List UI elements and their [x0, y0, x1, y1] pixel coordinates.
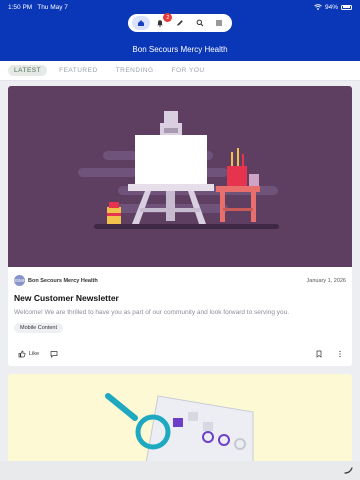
tab-latest[interactable]: LATEST: [8, 65, 48, 76]
battery-icon: [341, 4, 352, 10]
home-indicator-bar: [0, 461, 360, 480]
post-card[interactable]: BSMH Bon Secours Mercy Health January 1,…: [8, 86, 352, 366]
tab-for-you[interactable]: FOR YOU: [166, 65, 211, 76]
post-source-row: BSMH Bon Secours Mercy Health January 1,…: [13, 275, 346, 286]
post-actions-right: [315, 350, 342, 358]
post-body: BSMH Bon Secours Mercy Health January 1,…: [13, 275, 346, 334]
tab-featured[interactable]: FEATURED: [53, 65, 104, 76]
status-right: 94%: [314, 4, 352, 11]
post-description: Welcome! We are thrilled to have you as …: [14, 309, 290, 316]
post-date: January 1, 2026: [306, 277, 346, 284]
post-source[interactable]: Bon Secours Mercy Health: [28, 278, 98, 284]
nav-menu-button[interactable]: [210, 16, 228, 30]
nav-bar: 2: [128, 13, 232, 32]
post-tag[interactable]: Mobile Content: [14, 323, 63, 333]
nav-notifications-button[interactable]: 2: [151, 13, 173, 30]
menu-icon: [216, 20, 223, 26]
home-icon: [137, 20, 144, 26]
search-icon: [196, 19, 203, 27]
nav-create-button[interactable]: [171, 16, 189, 30]
nav-home-button[interactable]: [131, 16, 150, 30]
easel-illustration: [78, 111, 279, 229]
wifi-icon: [314, 4, 322, 10]
avatar[interactable]: BSMH: [13, 275, 26, 286]
post-actions: Like: [8, 345, 352, 363]
bookmark-icon[interactable]: [315, 350, 323, 358]
like-button[interactable]: Like: [18, 350, 39, 358]
brand-title: Bon Secours Mercy Health: [132, 45, 228, 54]
battery-percent: 94%: [324, 3, 338, 11]
nav-search-button[interactable]: [191, 16, 209, 30]
more-vertical-icon[interactable]: [338, 350, 342, 358]
loading-spinner-icon: [344, 467, 353, 474]
edit-icon: [177, 20, 183, 26]
thumbs-up-icon: [18, 350, 26, 358]
post-hero-image[interactable]: [8, 86, 352, 267]
feed-tabs: LATEST FEATURED TRENDING FOR YOU: [0, 61, 360, 81]
comment-icon: [50, 351, 58, 358]
like-label: Like: [29, 351, 40, 357]
status-time: 1:50 PM: [8, 3, 33, 11]
comment-button[interactable]: [50, 350, 58, 358]
tab-trending[interactable]: TRENDING: [110, 65, 160, 76]
status-bar: 1:50 PM Thu May 7 94%: [0, 0, 360, 14]
post-title[interactable]: New Customer Newsletter: [14, 293, 346, 303]
status-date: Thu May 7: [37, 3, 68, 11]
app-header: 2 Bon Secours Mercy Health: [0, 13, 360, 61]
